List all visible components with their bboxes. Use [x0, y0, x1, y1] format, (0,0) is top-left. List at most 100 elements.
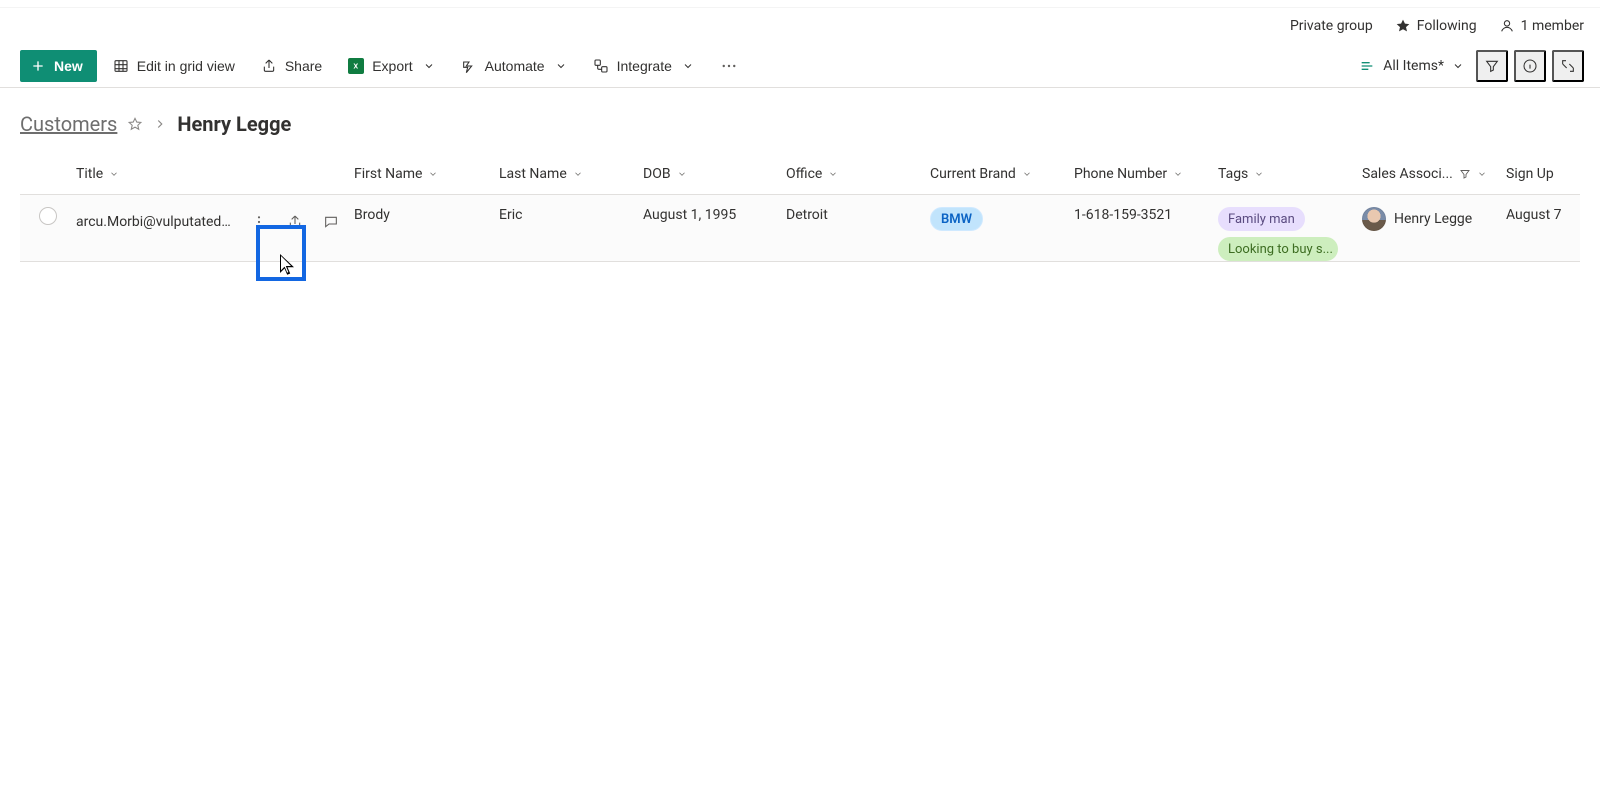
col-last-name-label: Last Name	[499, 166, 567, 182]
chevron-down-icon	[428, 169, 438, 179]
col-sales-assoc-label: Sales Associ...	[1362, 166, 1453, 182]
col-tags-label: Tags	[1218, 166, 1248, 182]
title-link[interactable]: arcu.Morbi@vulputatedui...	[76, 214, 238, 230]
share-icon	[261, 58, 277, 74]
cell-brand: BMW	[930, 207, 1074, 231]
brand-tag[interactable]: BMW	[930, 207, 983, 231]
export-button[interactable]: Export	[338, 50, 444, 82]
tag[interactable]: Looking to buy s...	[1218, 237, 1338, 261]
tag[interactable]: Family man	[1218, 207, 1305, 231]
cell-phone: 1-618-159-3521	[1074, 207, 1218, 223]
view-list-icon	[1359, 58, 1375, 74]
view-switcher[interactable]: All Items*	[1353, 50, 1470, 82]
chevron-down-icon	[1173, 169, 1183, 179]
chevron-down-icon	[423, 60, 435, 72]
person-icon	[1499, 18, 1515, 34]
col-brand[interactable]: Current Brand	[930, 166, 1074, 182]
view-name-label: All Items*	[1383, 58, 1444, 74]
chevron-down-icon	[109, 169, 119, 179]
cell-dob: August 1, 1995	[643, 207, 786, 223]
col-sign-up[interactable]: Sign Up	[1506, 166, 1580, 182]
col-office-label: Office	[786, 166, 822, 182]
breadcrumb: Customers Henry Legge	[0, 88, 1600, 144]
funnel-icon	[1484, 58, 1500, 74]
grid-icon	[113, 58, 129, 74]
filter-pane-button[interactable]	[1476, 50, 1508, 82]
following-toggle[interactable]: Following	[1395, 18, 1477, 34]
expand-icon	[1560, 58, 1576, 74]
edit-in-grid-button[interactable]: Edit in grid view	[103, 50, 245, 82]
info-icon	[1522, 58, 1538, 74]
col-first-name[interactable]: First Name	[354, 166, 499, 182]
integrate-button[interactable]: Integrate	[583, 50, 704, 82]
row-select[interactable]	[39, 207, 57, 229]
chevron-down-icon	[1452, 60, 1464, 72]
members-count-label: 1 member	[1521, 18, 1584, 34]
comment-icon	[323, 214, 339, 230]
chevron-right-icon	[153, 117, 167, 131]
avatar	[1362, 207, 1386, 231]
favorite-list-toggle[interactable]	[127, 116, 143, 132]
cell-sign-up: August 7	[1506, 207, 1580, 223]
details-pane-button[interactable]	[1514, 50, 1546, 82]
chevron-down-icon	[1477, 169, 1487, 179]
table-row[interactable]: arcu.Morbi@vulputatedui...	[20, 195, 1580, 262]
share-label: Share	[285, 58, 322, 74]
col-office[interactable]: Office	[786, 166, 930, 182]
private-group-label: Private group	[1290, 18, 1373, 34]
integrate-label: Integrate	[617, 58, 672, 74]
plus-icon	[30, 58, 46, 74]
members-count[interactable]: 1 member	[1499, 18, 1584, 34]
cell-sales-assoc: Henry Legge	[1362, 207, 1506, 235]
row-comment-button[interactable]	[316, 207, 346, 237]
overflow-button[interactable]	[710, 50, 748, 82]
chevron-down-icon	[555, 60, 567, 72]
col-phone-label: Phone Number	[1074, 166, 1167, 182]
col-dob-label: DOB	[643, 166, 671, 182]
radio-icon	[39, 207, 57, 225]
cell-office: Detroit	[786, 207, 930, 223]
star-filled-icon	[1395, 18, 1411, 34]
excel-icon	[348, 58, 364, 74]
col-sign-up-label: Sign Up	[1506, 166, 1554, 182]
funnel-icon	[1459, 168, 1471, 180]
chevron-down-icon	[1022, 169, 1032, 179]
row-more-button[interactable]	[244, 207, 274, 237]
col-tags[interactable]: Tags	[1218, 166, 1362, 182]
site-info-strip: Private group Following 1 member	[0, 8, 1600, 44]
automate-label: Automate	[485, 58, 545, 74]
col-phone[interactable]: Phone Number	[1074, 166, 1218, 182]
ellipsis-icon	[720, 57, 738, 75]
new-button-label: New	[54, 58, 83, 74]
col-last-name[interactable]: Last Name	[499, 166, 643, 182]
cell-title: arcu.Morbi@vulputatedui...	[76, 207, 354, 237]
chevron-down-icon	[573, 169, 583, 179]
col-title[interactable]: Title	[76, 166, 354, 182]
list: Title First Name Last Name DOB Office Cu…	[20, 152, 1580, 262]
integrate-icon	[593, 58, 609, 74]
chevron-down-icon	[828, 169, 838, 179]
export-label: Export	[372, 58, 412, 74]
share-button[interactable]: Share	[251, 50, 332, 82]
cell-last-name: Eric	[499, 207, 643, 223]
list-header: Title First Name Last Name DOB Office Cu…	[20, 153, 1580, 195]
chevron-down-icon	[677, 169, 687, 179]
automate-button[interactable]: Automate	[451, 50, 577, 82]
new-button[interactable]: New	[20, 50, 97, 82]
command-bar: New Edit in grid view Share Export	[0, 44, 1600, 88]
window-top-hairline	[0, 0, 1600, 8]
expand-button[interactable]	[1552, 50, 1584, 82]
cell-first-name: Brody	[354, 207, 499, 223]
col-brand-label: Current Brand	[930, 166, 1016, 182]
sales-assoc-name: Henry Legge	[1394, 211, 1472, 227]
col-sales-assoc[interactable]: Sales Associ...	[1362, 166, 1506, 182]
cell-tags: Family man Looking to buy s...	[1218, 207, 1362, 261]
col-first-name-label: First Name	[354, 166, 422, 182]
row-share-button[interactable]	[280, 207, 310, 237]
chevron-down-icon	[682, 60, 694, 72]
more-vertical-icon	[251, 214, 267, 230]
edit-in-grid-label: Edit in grid view	[137, 58, 235, 74]
col-dob[interactable]: DOB	[643, 166, 786, 182]
breadcrumb-root[interactable]: Customers	[20, 112, 117, 136]
chevron-down-icon	[1254, 169, 1264, 179]
